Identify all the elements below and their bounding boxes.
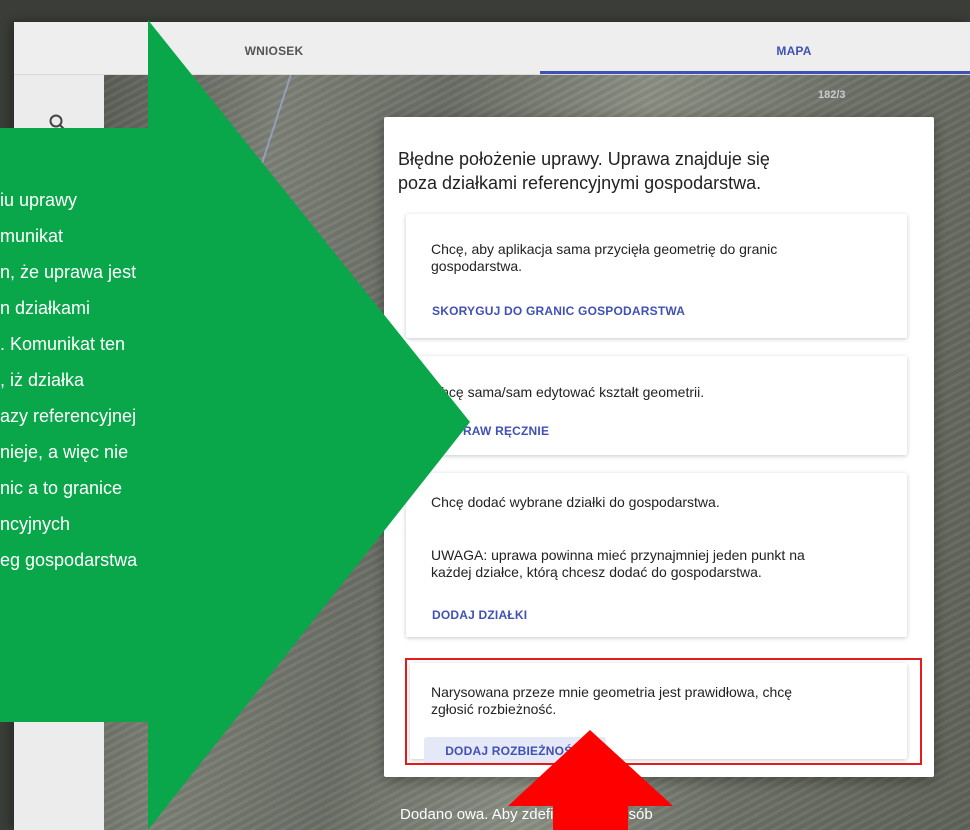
- callout-line: nieje, a więc nie: [0, 442, 129, 462]
- warning-line: UWAGA: uprawa powinna mieć przynajmniej …: [431, 547, 805, 563]
- active-tab-indicator: [540, 71, 970, 74]
- option-text-line: gospodarstwa.: [431, 258, 523, 274]
- callout-arrow-red: [508, 730, 673, 830]
- callout-line: iu uprawy: [0, 190, 78, 210]
- callout-line: azy referencyjnej: [0, 406, 137, 426]
- option-text-line: Chcę, aby aplikacja sama przycięła geome…: [431, 241, 778, 257]
- tab-mapa[interactable]: MAPA: [734, 22, 854, 74]
- callout-line: ncyjnych: [0, 514, 71, 534]
- callout-line: n, że uprawa jest: [0, 262, 137, 282]
- callout-line: , iż działka: [0, 370, 85, 390]
- callout-line: . Komunikat ten: [0, 334, 126, 354]
- parcel-number-label: 182/3: [818, 89, 846, 101]
- callout-line: nic a to granice: [0, 478, 123, 498]
- option-card-manual: [406, 356, 907, 455]
- warning-line: każdej działce, którą chcesz dodać do go…: [431, 564, 762, 580]
- callout-line: munikat: [0, 226, 64, 246]
- callout-line: eg gospodarstwa: [0, 550, 138, 570]
- warning-text: UWAGA: uprawa powinna mieć przynajmniej …: [431, 547, 805, 581]
- callout-line: n działkami: [0, 298, 91, 318]
- option-card-trim: [406, 214, 907, 338]
- option-text: Chcę, aby aplikacja sama przycięła geome…: [431, 241, 777, 275]
